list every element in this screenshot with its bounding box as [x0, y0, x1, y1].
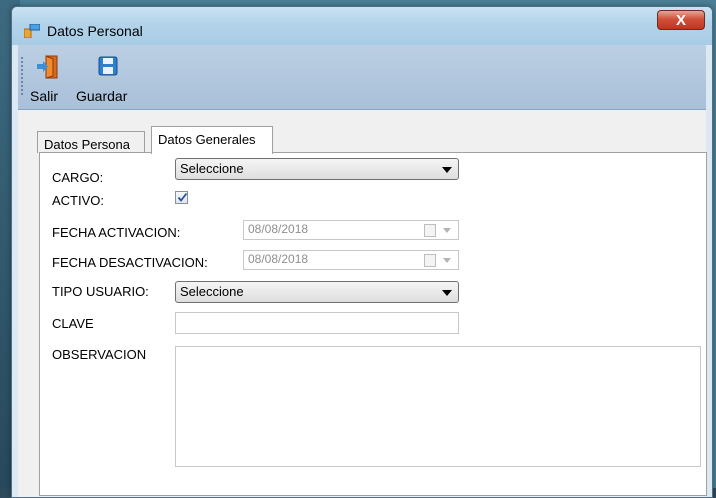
- chevron-down-icon: [443, 258, 451, 263]
- cargo-label: CARGO:: [52, 170, 104, 185]
- client-area: Salir Guardar Datos Persona Datos Genera…: [18, 45, 707, 497]
- salir-label: Salir: [30, 88, 59, 104]
- chevron-down-icon: [442, 290, 452, 296]
- guardar-label: Guardar: [76, 88, 128, 104]
- calendar-icon: [424, 224, 436, 237]
- activo-label: ACTIVO:: [52, 193, 105, 208]
- tab-panel-datos-generales: CARGO: Seleccione ACTIVO: FECHA ACTIVACI…: [39, 152, 707, 496]
- fecha-activacion-value: 08/08/2018: [248, 222, 309, 236]
- guardar-button[interactable]: Guardar: [76, 53, 138, 105]
- chevron-down-icon: [442, 167, 452, 173]
- fecha-desactivacion-label: FECHA DESACTIVACION:: [52, 255, 208, 270]
- calendar-icon: [424, 254, 436, 267]
- title-bar[interactable]: Datos Personal X: [12, 7, 712, 45]
- fecha-activacion-datepicker[interactable]: 08/08/2018: [243, 220, 459, 240]
- cargo-select[interactable]: Seleccione: [175, 158, 459, 180]
- cargo-select-value: Seleccione: [180, 161, 244, 176]
- clave-label: CLAVE: [52, 316, 94, 331]
- fecha-desactivacion-datepicker[interactable]: 08/08/2018: [243, 250, 459, 270]
- dialog-window: Datos Personal X Salir Guardar Datos Per…: [11, 6, 713, 498]
- fecha-activacion-label: FECHA ACTIVACION:: [52, 225, 181, 240]
- close-button[interactable]: X: [657, 10, 705, 30]
- salir-button[interactable]: Salir: [30, 53, 68, 105]
- activo-checkbox[interactable]: [175, 191, 188, 204]
- tipo-usuario-select[interactable]: Seleccione: [175, 281, 459, 303]
- observacion-label: OBSERVACION: [52, 347, 147, 362]
- chevron-down-icon: [443, 228, 451, 233]
- tab-datos-generales[interactable]: Datos Generales: [151, 126, 273, 154]
- clave-input[interactable]: [175, 312, 459, 334]
- fecha-desactivacion-value: 08/08/2018: [248, 252, 309, 266]
- toolbar-grip[interactable]: [21, 57, 23, 97]
- floppy-save-icon: [98, 56, 118, 79]
- tipo-usuario-select-value: Seleccione: [180, 284, 244, 299]
- observacion-textarea[interactable]: [175, 346, 701, 467]
- tab-datos-persona-label: Datos Persona: [44, 137, 130, 152]
- exit-door-icon: [36, 55, 58, 82]
- toolbar: Salir Guardar: [18, 45, 706, 110]
- window-title: Datos Personal: [47, 23, 143, 39]
- app-form-icon: [23, 23, 41, 39]
- tab-datos-generales-label: Datos Generales: [158, 132, 256, 147]
- checkmark-icon: [177, 192, 188, 202]
- tab-datos-persona[interactable]: Datos Persona: [37, 131, 145, 153]
- tipo-usuario-label: TIPO USUARIO:: [52, 284, 149, 299]
